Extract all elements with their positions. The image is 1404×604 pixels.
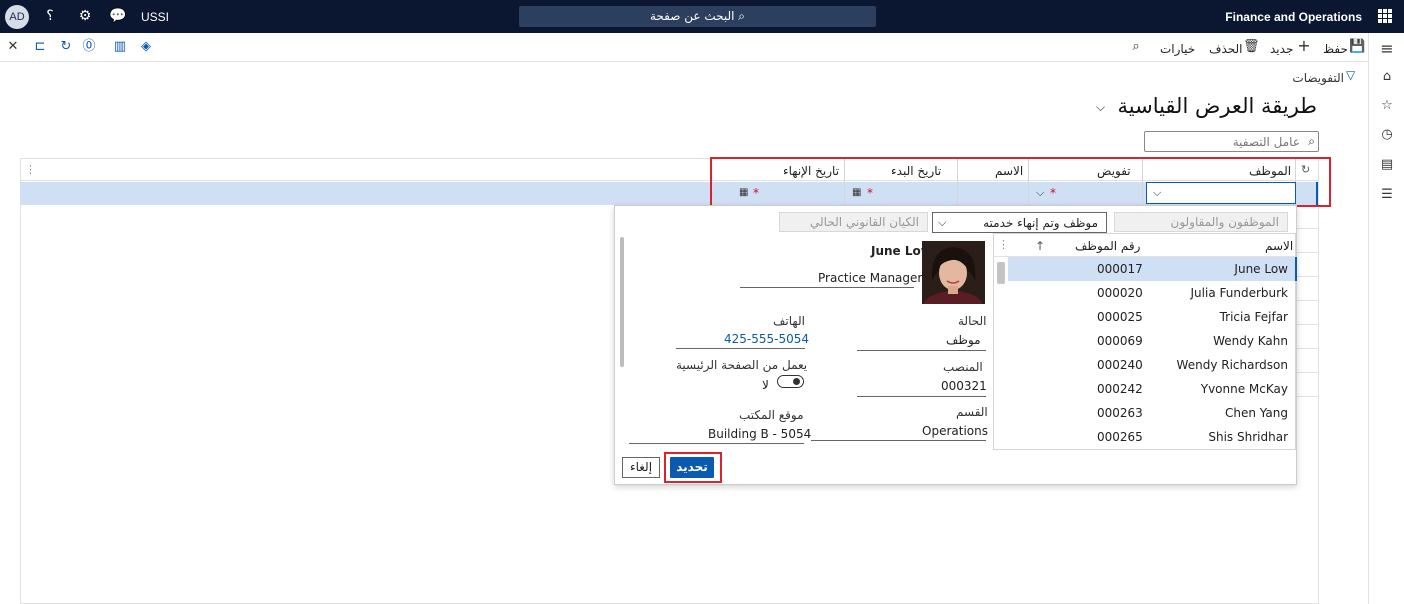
phone-label: الهاتف — [773, 314, 805, 328]
new-plus-icon[interactable]: + — [1297, 38, 1311, 54]
column-options-icon[interactable]: ⋮ — [998, 238, 1009, 251]
favorites-star-icon[interactable]: ☆ — [1379, 98, 1395, 114]
employee-name: June Low — [871, 244, 932, 258]
employment-status-value: موظف وتم إنهاء خدمته — [983, 216, 1098, 230]
workspaces-icon[interactable]: ▤ — [1379, 157, 1395, 173]
sort-ascending-icon[interactable]: ↑ — [1035, 239, 1045, 253]
office-location-label: موقع المكتب — [739, 408, 804, 422]
status-label: الحالة — [958, 314, 987, 328]
list-item[interactable]: Wendy Richardson 000240 — [1008, 353, 1295, 377]
app-launcher-icon[interactable] — [1378, 9, 1392, 23]
list-item[interactable]: Shis Shridhar 000265 — [1008, 425, 1295, 449]
list-item[interactable]: Julia Funderburk 000020 — [1008, 281, 1295, 305]
list-item[interactable]: Yvonne McKay 000242 — [1008, 377, 1295, 401]
delete-button[interactable]: الحذف — [1209, 42, 1242, 56]
department-label: القسم — [956, 405, 988, 419]
home-icon[interactable]: ⌂ — [1379, 69, 1395, 85]
position-label: المنصب — [943, 360, 983, 374]
navigation-rail: ≡ ⌂ ☆ ◷ ▤ ☰ — [1368, 33, 1404, 604]
list-header-employee-number[interactable]: رقم الموظف — [1075, 239, 1140, 253]
phone-link[interactable]: 425-555-5054 — [724, 332, 809, 346]
highlight-box — [710, 157, 1331, 207]
delete-icon[interactable]: 🗑 — [1243, 40, 1260, 54]
status-value: موظف — [946, 333, 981, 347]
company-picker[interactable]: USSI — [141, 10, 169, 24]
office-icon[interactable]: ▥ — [113, 40, 127, 54]
department-value: Operations — [922, 424, 988, 438]
search-icon[interactable]: ⌕ — [1129, 40, 1143, 54]
list-item[interactable]: Chen Yang 000263 — [1008, 401, 1295, 425]
filter-funnel-icon[interactable]: ▽ — [1346, 68, 1355, 82]
app-name: Finance and Operations — [1225, 10, 1362, 24]
column-options-icon[interactable]: ⋮ — [25, 163, 36, 176]
user-avatar[interactable]: AD — [5, 5, 29, 29]
filter-input[interactable]: عامل التصفية ⌕ — [1144, 131, 1319, 152]
save-icon[interactable]: 💾 — [1349, 40, 1365, 54]
new-button[interactable]: جديد — [1270, 42, 1293, 56]
breadcrumb: التفويضات — [1292, 71, 1344, 85]
employment-status-select[interactable]: موظف وتم إنهاء خدمته ⌵ — [932, 212, 1107, 233]
chevron-down-icon: ⌵ — [938, 216, 947, 229]
position-value: 000321 — [941, 379, 987, 393]
works-from-home-label: يعمل من الصفحة الرئيسية — [676, 358, 808, 372]
employee-job-title: Practice Manager — [818, 271, 923, 285]
search-icon: ⌕ — [1308, 134, 1315, 148]
recent-clock-icon[interactable]: ◷ — [1379, 127, 1395, 143]
page-search-placeholder: البحث عن صفحة — [649, 9, 735, 23]
top-nav-bar: AD ؟ ⚙ 💬 USSI البحث عن صفحة ⌕ Finance an… — [0, 0, 1404, 33]
works-from-home-toggle[interactable] — [777, 375, 804, 388]
help-icon[interactable]: ؟ — [42, 8, 58, 24]
page-title[interactable]: طريقة العرض القياسية — [1118, 94, 1318, 118]
options-button[interactable]: خيارات — [1160, 42, 1195, 56]
settings-gear-icon[interactable]: ⚙ — [77, 8, 93, 24]
scrollbar[interactable] — [620, 237, 624, 367]
list-header-name[interactable]: الاسم — [1265, 239, 1293, 253]
highlight-box — [664, 452, 722, 483]
hamburger-menu-icon[interactable]: ≡ — [1379, 41, 1395, 57]
power-apps-icon[interactable]: ◈ — [139, 40, 153, 54]
save-button[interactable]: حفظ — [1323, 42, 1348, 56]
list-item[interactable]: June Low 000017 — [1008, 257, 1297, 281]
close-icon[interactable]: ✕ — [6, 40, 20, 54]
works-from-home-value: لا — [762, 378, 769, 392]
open-in-new-icon[interactable]: ⊏ — [33, 40, 47, 54]
current-legal-entity-button[interactable]: الكيان القانوني الحالي — [779, 212, 928, 232]
office-location-value: Building B - 5054 — [708, 427, 812, 441]
search-icon: ⌕ — [738, 9, 746, 23]
cancel-button[interactable]: إلغاء — [622, 457, 660, 478]
list-item[interactable]: Tricia Fejfar 000025 — [1008, 305, 1295, 329]
attachments-icon[interactable]: ⓪ — [82, 40, 96, 54]
list-item[interactable]: Wendy Kahn 000069 — [1008, 329, 1295, 353]
page-search-box[interactable]: البحث عن صفحة ⌕ — [519, 6, 876, 27]
modules-list-icon[interactable]: ☰ — [1379, 187, 1395, 203]
filter-placeholder: عامل التصفية — [1232, 135, 1300, 149]
chevron-down-icon[interactable]: ⌵ — [1096, 100, 1105, 115]
scrollbar-thumb[interactable] — [997, 262, 1005, 284]
chat-icon[interactable]: 💬 — [109, 8, 126, 24]
employees-contractors-tab[interactable]: الموظفون والمقاولون — [1114, 212, 1288, 232]
refresh-icon[interactable]: ↻ — [59, 40, 73, 54]
